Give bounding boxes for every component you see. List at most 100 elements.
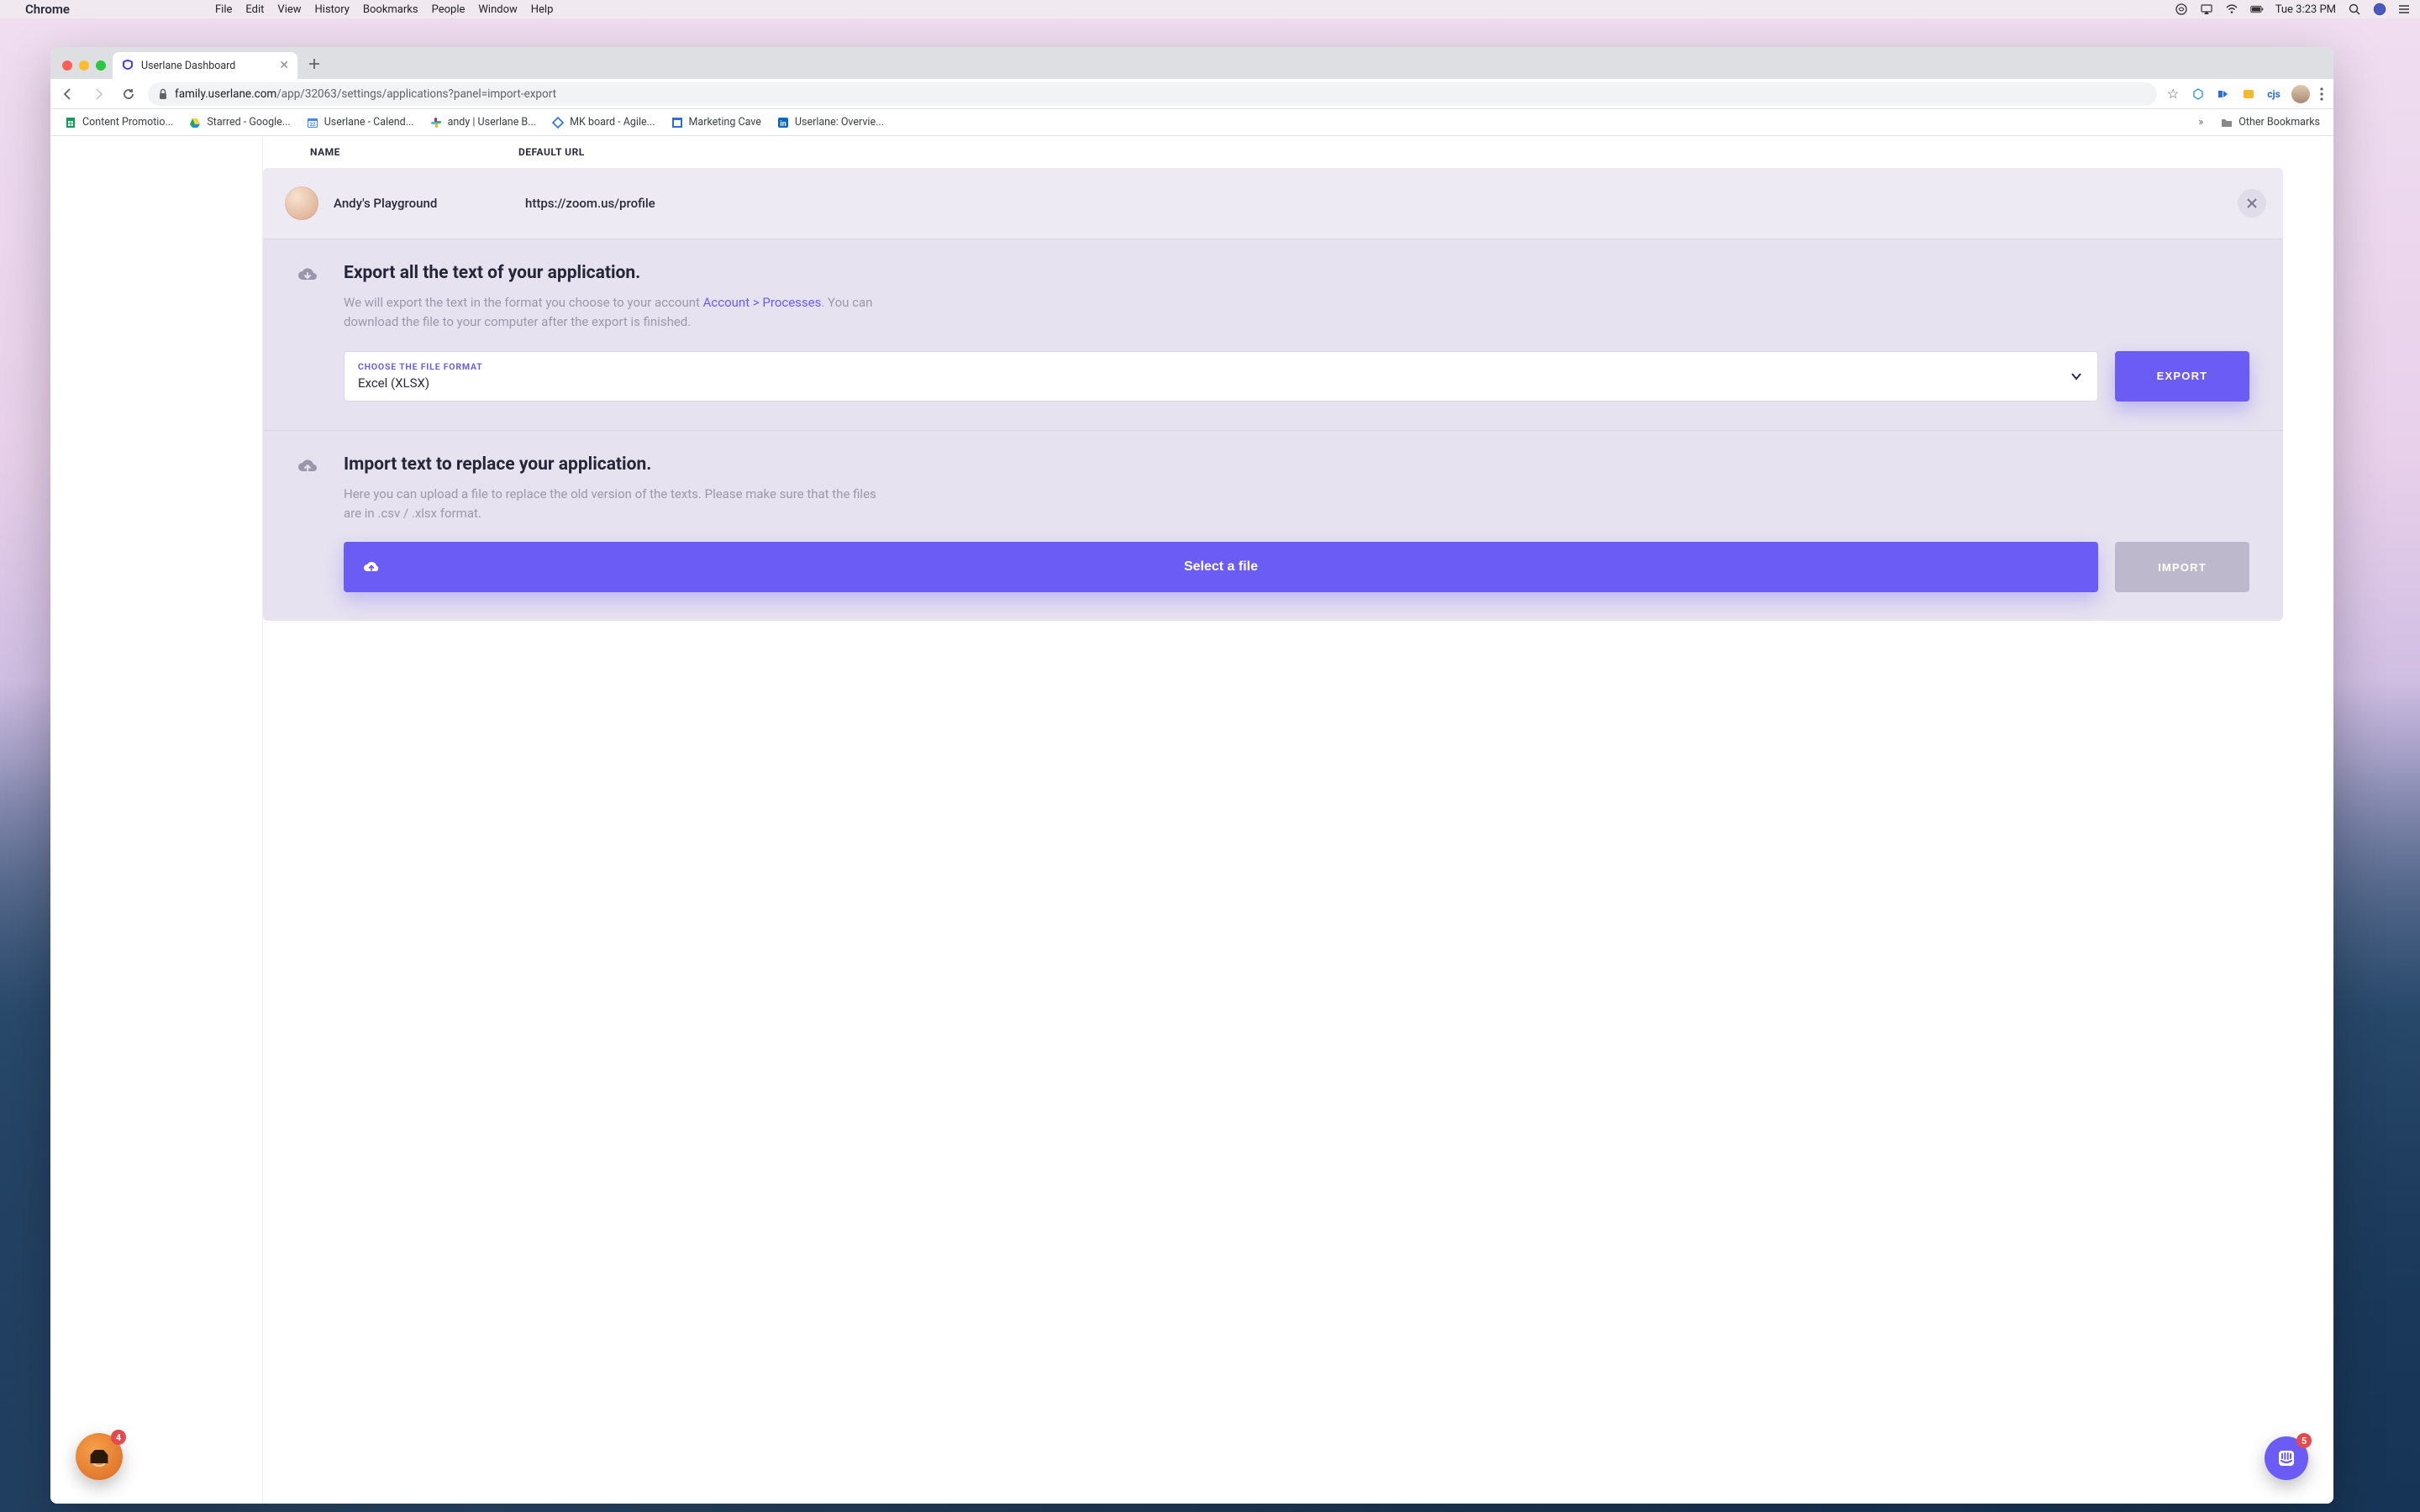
menubar-item[interactable]: Window (478, 3, 517, 16)
bookmark-label: Starred - Google... (207, 116, 290, 129)
url-text: family.userlane.com/app/32063/settings/a… (175, 87, 556, 101)
bookmark-label: Content Promotio... (82, 116, 173, 129)
site-icon (671, 116, 684, 129)
extension-icon[interactable] (2241, 87, 2256, 102)
siri-icon[interactable] (2373, 3, 2386, 16)
bookmark-item[interactable]: MK board - Agile... (546, 113, 660, 133)
notification-badge: 4 (111, 1430, 126, 1445)
bookmark-item[interactable]: Marketing Cave (666, 113, 766, 133)
window-close-button[interactable] (62, 60, 72, 71)
select-file-label: Select a file (1184, 559, 1258, 575)
menubar-item[interactable]: History (315, 3, 350, 16)
file-format-select[interactable]: CHOOSE THE FILE FORMAT Excel (XLSX) (344, 351, 2098, 402)
menubar-app-name[interactable]: Chrome (25, 2, 202, 17)
bookmark-item[interactable]: Starred - Google... (183, 113, 295, 133)
bookmark-item[interactable]: Content Promotio... (59, 113, 178, 133)
import-description: Here you can upload a file to replace th… (344, 485, 881, 524)
menubar-clock[interactable]: Tue 3:23 PM (2275, 3, 2336, 16)
menubar-item[interactable]: Bookmarks (363, 3, 418, 16)
calendar-icon: 22 (306, 116, 319, 129)
cloud-upload-icon (362, 560, 381, 574)
close-panel-button[interactable] (2238, 189, 2266, 218)
chrome-menu-button[interactable] (2320, 87, 2323, 101)
profile-avatar[interactable] (2291, 85, 2310, 103)
address-bar[interactable]: family.userlane.com/app/32063/settings/a… (148, 82, 2157, 106)
bookmarks-bar: Content Promotio... Starred - Google... … (50, 109, 2333, 136)
browser-tab[interactable]: Userlane Dashboard ✕ (113, 52, 297, 79)
chrome-toolbar: family.userlane.com/app/32063/settings/a… (50, 79, 2333, 109)
reload-button[interactable] (118, 83, 139, 105)
import-title: Import text to replace your application. (344, 454, 2249, 475)
window-zoom-button[interactable] (96, 60, 106, 71)
export-button[interactable]: EXPORT (2115, 351, 2249, 402)
cloud-download-icon (297, 266, 324, 402)
bookmark-item[interactable]: andy | Userlane B... (424, 113, 542, 133)
svg-text:in: in (780, 120, 786, 129)
extension-cjs[interactable]: cjs (2266, 87, 2281, 102)
header-name: NAME (310, 146, 518, 158)
other-bookmarks[interactable]: Other Bookmarks (2215, 113, 2325, 133)
bookmark-label: Userlane: Overvie... (795, 116, 884, 129)
menubar-item[interactable]: People (432, 3, 466, 16)
bookmark-label: MK board - Agile... (570, 116, 655, 129)
bookmarks-overflow[interactable]: » (2198, 116, 2203, 129)
menubar-item[interactable]: File (215, 3, 232, 16)
export-description: We will export the text in the format yo… (344, 293, 881, 333)
new-tab-button[interactable] (302, 52, 326, 76)
lock-icon (158, 88, 168, 100)
cloud-upload-icon (297, 458, 324, 593)
application-card: Andy's Playground https://zoom.us/profil… (263, 168, 2283, 621)
notification-badge: 5 (2296, 1433, 2312, 1448)
bookmark-label: Userlane - Calend... (324, 116, 414, 129)
import-button[interactable]: IMPORT (2115, 542, 2249, 592)
chrome-tabbar: Userlane Dashboard ✕ (50, 47, 2333, 79)
file-format-label: CHOOSE THE FILE FORMAT (358, 361, 2084, 372)
sidebar-placeholder (50, 136, 263, 1504)
halloween-widget-button[interactable]: 4 (76, 1433, 123, 1480)
select-file-button[interactable]: Select a file (344, 542, 2098, 592)
extension-icon[interactable] (2216, 87, 2231, 102)
application-avatar (285, 186, 318, 220)
tab-close-button[interactable]: ✕ (279, 59, 289, 72)
extension-icon[interactable] (2191, 87, 2206, 102)
spotlight-icon[interactable] (2348, 3, 2361, 16)
export-title: Export all the text of your application. (344, 263, 2249, 283)
header-default-url: DEFAULT URL (518, 146, 585, 158)
page-content: NAME DEFAULT URL Andy's Playground https… (50, 136, 2333, 1504)
slack-icon (429, 116, 443, 129)
bookmark-item[interactable]: 22 Userlane - Calend... (301, 113, 419, 133)
window-controls (57, 60, 113, 79)
intercom-chat-button[interactable]: 5 (2265, 1436, 2308, 1480)
airplay-icon[interactable] (2200, 3, 2213, 16)
back-button[interactable] (57, 83, 79, 105)
export-section: Export all the text of your application.… (263, 239, 2283, 430)
status-icon[interactable] (2175, 3, 2188, 16)
window-minimize-button[interactable] (79, 60, 89, 71)
application-header: Andy's Playground https://zoom.us/profil… (263, 168, 2283, 239)
svg-text:22: 22 (309, 122, 315, 128)
import-section: Import text to replace your application.… (263, 430, 2283, 622)
forward-button[interactable] (87, 83, 109, 105)
sheets-icon (64, 116, 77, 129)
battery-icon[interactable] (2250, 3, 2264, 16)
drive-icon (188, 116, 202, 129)
menubar-item[interactable]: Edit (245, 3, 264, 16)
tab-favicon (121, 59, 134, 72)
other-bookmarks-label: Other Bookmarks (2238, 116, 2320, 129)
tab-title: Userlane Dashboard (141, 60, 235, 72)
bookmark-label: Marketing Cave (689, 116, 761, 129)
menubar-item[interactable]: Help (531, 3, 554, 16)
menubar-item[interactable]: View (277, 3, 301, 16)
bookmark-item[interactable]: in Userlane: Overvie... (771, 113, 889, 133)
mac-menubar: Chrome File Edit View History Bookmarks … (0, 0, 2420, 18)
wifi-icon[interactable] (2225, 3, 2238, 16)
application-url: https://zoom.us/profile (525, 196, 655, 211)
bookmark-label: andy | Userlane B... (448, 116, 537, 129)
star-icon[interactable]: ☆ (2165, 87, 2181, 102)
account-processes-link[interactable]: Account > Processes (703, 295, 822, 310)
chevron-down-icon (2070, 372, 2082, 381)
diamond-icon (551, 116, 565, 129)
application-name: Andy's Playground (334, 196, 510, 211)
hamburger-icon[interactable] (2398, 3, 2412, 16)
linkedin-icon: in (776, 116, 790, 129)
